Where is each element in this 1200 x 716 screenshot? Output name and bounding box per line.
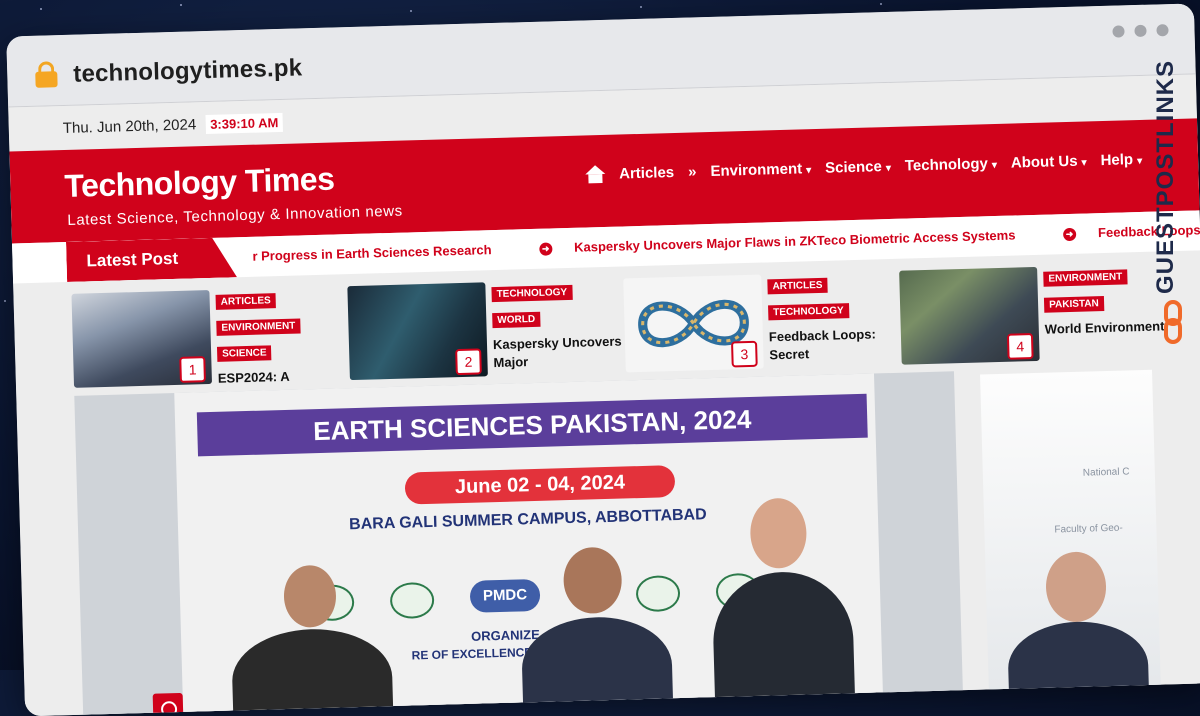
nav-item-help[interactable]: Help ▾ <box>1100 150 1143 169</box>
nav-item-about-us[interactable]: About Us ▾ <box>1011 152 1087 171</box>
featured-card[interactable]: 4 ENVIRONMENT PAKISTAN World Environment <box>899 263 1172 367</box>
main-nav: Articles » Environment ▾ Science ▾ Technol… <box>584 150 1143 184</box>
card-number: 1 <box>179 356 206 383</box>
category-tag[interactable]: ARTICLES <box>767 277 828 295</box>
camera-icon[interactable] <box>152 692 184 716</box>
chevron-down-icon: ▾ <box>1081 156 1087 169</box>
nav-item-articles[interactable]: Articles <box>619 163 674 182</box>
person-head <box>1045 551 1107 623</box>
hero-image[interactable]: EARTH SCIENCES PAKISTAN, 2024 June 02 - … <box>74 371 964 716</box>
card-number: 4 <box>1006 333 1034 360</box>
card-title[interactable]: ESP2024: A <box>218 366 348 388</box>
pmdc-logo: PMDC <box>469 578 541 613</box>
featured-card[interactable]: 2 TECHNOLOGY WORLD Kaspersky Uncovers Ma… <box>347 279 622 383</box>
latest-post-label: Latest Post <box>66 237 237 282</box>
sidebar-image-text: Faculty of Geo- <box>1054 522 1123 536</box>
featured-card[interactable]: 3 ARTICLES TECHNOLOGY Feedback Loops: Se… <box>623 271 896 375</box>
window-dot[interactable] <box>1112 25 1125 38</box>
window-controls <box>1112 24 1169 38</box>
site-tagline: Latest Science, Technology & Innovation … <box>67 202 403 229</box>
card-number: 2 <box>455 348 482 376</box>
chevron-down-icon: ▾ <box>991 159 998 171</box>
nav-separator: » <box>687 162 697 181</box>
seal-icon <box>635 574 681 613</box>
ticker-item[interactable]: ➜ Kaspersky Uncovers Major Flaws in ZKTec… <box>539 227 1038 256</box>
sidebar-image[interactable]: National C Faculty of Geo- <box>980 369 1162 714</box>
seal-icon <box>389 581 435 620</box>
card-title[interactable]: Kaspersky Uncovers Major <box>493 332 624 372</box>
chain-link-icon <box>1160 300 1186 348</box>
featured-card[interactable]: 1 ARTICLES ENVIRONMENT SCIENCE ESP2024: … <box>71 286 344 390</box>
category-tag[interactable]: ARTICLES <box>215 293 276 310</box>
card-title[interactable]: Feedback Loops: Secret <box>769 325 900 365</box>
sidebar-image-text: National C <box>1082 466 1130 479</box>
page-content: Thu. Jun 20th, 2024 3:39:10 AM Technolog… <box>8 74 1200 716</box>
card-number: 3 <box>731 340 758 368</box>
address-bar[interactable]: technologytimes.pk <box>73 54 303 88</box>
window-dot[interactable] <box>1134 24 1147 38</box>
category-tag[interactable]: PAKISTAN <box>1043 296 1104 313</box>
current-time: 3:39:10 AM <box>205 112 283 134</box>
nav-item-technology[interactable]: Technology ▾ <box>905 154 998 174</box>
person-figure <box>1007 619 1150 714</box>
current-date: Thu. Jun 20th, 2024 <box>62 115 197 137</box>
chevron-down-icon: ▾ <box>1136 155 1143 167</box>
arrow-right-icon: ➜ <box>1062 227 1077 242</box>
banner-dates: June 02 - 04, 2024 <box>404 465 676 505</box>
banner-title: EARTH SCIENCES PAKISTAN, 2024 <box>196 393 868 457</box>
category-tag[interactable]: SCIENCE <box>216 345 272 362</box>
browser-window: technologytimes.pk Thu. Jun 20th, 2024 3… <box>6 3 1200 716</box>
window-dot[interactable] <box>1156 24 1169 37</box>
site-logo[interactable]: Technology Times <box>64 160 335 205</box>
category-tag[interactable]: TECHNOLOGY <box>491 284 573 303</box>
lock-icon <box>35 61 58 88</box>
arrow-right-icon: ➜ <box>539 242 553 256</box>
nav-item-science[interactable]: Science ▾ <box>825 157 892 177</box>
category-tag[interactable]: WORLD <box>492 311 541 329</box>
category-tag[interactable]: ENVIRONMENT <box>1043 269 1128 287</box>
ticker-item[interactable]: r Progress in Earth Sciences Research <box>252 242 514 264</box>
category-tag[interactable]: ENVIRONMENT <box>216 318 301 336</box>
chevron-down-icon: ▾ <box>805 164 812 176</box>
banner-organized: ORGANIZE <box>470 626 540 644</box>
chevron-down-icon: ▾ <box>885 162 892 174</box>
watermark-text: GUESTPOSTLINKS <box>1152 60 1179 295</box>
home-icon[interactable] <box>584 164 606 184</box>
category-tag[interactable]: TECHNOLOGY <box>768 303 849 321</box>
nav-item-environment[interactable]: Environment ▾ <box>710 160 811 180</box>
